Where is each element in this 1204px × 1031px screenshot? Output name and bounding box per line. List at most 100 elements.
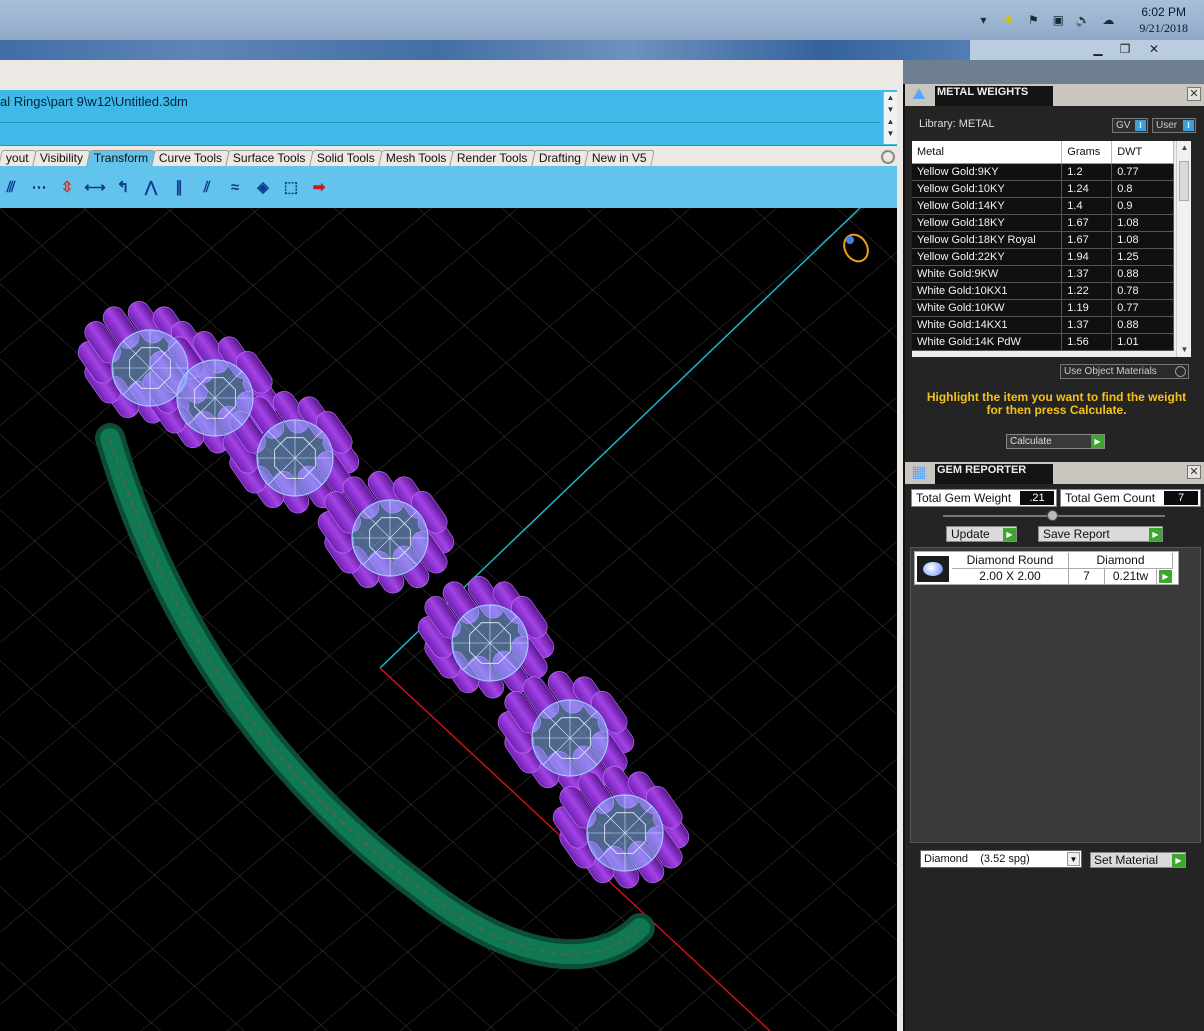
tab-label: Drafting — [538, 151, 581, 165]
shear-icon[interactable]: ⫽ — [196, 176, 218, 198]
table-cell: Yellow Gold:10KY — [912, 180, 1063, 198]
tab-surface-tools[interactable]: Surface Tools — [225, 150, 314, 166]
table-row[interactable]: White Gold:9KW 1.37 0.88 — [912, 265, 1174, 283]
metal-weights-icon: ⛰ — [912, 86, 926, 103]
table-cell: 0.77 — [1111, 163, 1174, 181]
twist-icon[interactable]: ∥ — [168, 176, 190, 198]
tab-label: Curve Tools — [158, 151, 223, 165]
tab-drafting[interactable]: Drafting — [530, 150, 589, 166]
set-material-label: Set Material — [1094, 853, 1159, 867]
more-arrow-icon[interactable]: ➡ — [308, 176, 330, 198]
splop-icon[interactable]: ◈ — [252, 176, 274, 198]
cage-icon[interactable]: ⬚ — [280, 176, 302, 198]
calculate-button[interactable]: Calculate ▶ — [1006, 434, 1105, 449]
tab-mesh-tools[interactable]: Mesh Tools — [377, 150, 454, 166]
toolbar-tabs: yout Visibility Transform Curve Tools Surfac… — [0, 150, 897, 166]
table-cell: 1.22 — [1061, 282, 1113, 300]
flag-icon[interactable]: ⚑ — [1025, 12, 1041, 28]
cloud-icon[interactable]: ☁ — [1100, 12, 1116, 28]
mirror-icon[interactable]: ⟷ — [84, 176, 106, 198]
gem-detail-button[interactable]: ▶ — [1159, 570, 1172, 583]
table-row[interactable]: White Gold:14K PdW 1.56 1.01 — [912, 333, 1174, 351]
set-material-button[interactable]: Set Material ▶ — [1090, 852, 1186, 868]
calculate-hint: Highlight the item you want to find the … — [926, 390, 1187, 417]
close-icon[interactable]: ✕ — [1187, 465, 1201, 479]
tab-label: Transform — [93, 151, 148, 165]
slider-knob[interactable] — [1047, 510, 1058, 521]
save-report-button[interactable]: Save Report ▶ — [1038, 526, 1163, 542]
gear-icon[interactable] — [881, 150, 895, 164]
update-button[interactable]: Update ▶ — [946, 526, 1017, 542]
table-row[interactable]: Yellow Gold:14KY 1.4 0.9 — [912, 197, 1174, 215]
column-header[interactable]: DWT — [1111, 141, 1174, 164]
table-cell: 1.37 — [1061, 316, 1113, 334]
chevron-up-icon[interactable]: ▾ — [975, 12, 991, 28]
clock[interactable]: 6:02 PM 9/21/2018 — [1139, 4, 1188, 36]
tab-label: Surface Tools — [233, 151, 306, 165]
play-icon: ▶ — [1003, 528, 1016, 541]
radio-icon — [1175, 366, 1186, 377]
table-row[interactable]: White Gold:10KX1 1.22 0.78 — [912, 282, 1174, 300]
perspective-viewport[interactable] — [0, 208, 897, 1031]
gem-weight: 0.21tw — [1105, 569, 1157, 585]
close-button[interactable]: ✕ — [1144, 41, 1164, 57]
gv-toggle[interactable]: GV I — [1112, 118, 1148, 133]
material-value: Diamond (3.52 spg) — [924, 853, 1030, 865]
table-cell: White Gold:14K PdW — [912, 333, 1063, 351]
tab-transform[interactable]: Transform — [86, 150, 156, 166]
list-item[interactable]: Diamond Round Diamond 2.00 X 2.00 7 0.21… — [914, 551, 1179, 585]
taper-icon[interactable]: ⋀ — [140, 176, 162, 198]
table-row[interactable]: Yellow Gold:18KY Royal 1.67 1.08 — [912, 231, 1174, 249]
gem-stone — [256, 419, 334, 497]
table-row[interactable]: Yellow Gold:22KY 1.94 1.25 — [912, 248, 1174, 266]
close-icon[interactable]: ✕ — [1187, 87, 1201, 101]
command-scrollbar[interactable]: ▲ ▼ ▲ ▼ — [883, 92, 897, 144]
table-cell: 0.88 — [1111, 316, 1174, 334]
tab-solid-tools[interactable]: Solid Tools — [308, 150, 383, 166]
table-row[interactable]: Yellow Gold:10KY 1.24 0.8 — [912, 180, 1174, 198]
table-row[interactable]: Yellow Gold:9KY 1.2 0.77 — [912, 163, 1174, 181]
table-cell: White Gold:10KX1 — [912, 282, 1063, 300]
column-header[interactable]: Metal — [912, 141, 1063, 164]
library-label: Library: METAL — [919, 118, 995, 130]
scroll-bottom-icon[interactable]: ▼ — [884, 128, 897, 140]
scale-icon[interactable]: ⇳ — [56, 176, 78, 198]
table-row[interactable]: Yellow Gold:18KY 1.67 1.08 — [912, 214, 1174, 232]
column-header[interactable]: Grams — [1061, 141, 1113, 164]
scroll-mid-icon[interactable]: ▼ — [884, 104, 897, 116]
tab-curve-tools[interactable]: Curve Tools — [151, 150, 230, 166]
align-icon[interactable]: ⫻ — [0, 176, 22, 198]
bend-icon[interactable]: ↰ — [112, 176, 134, 198]
tab-render-tools[interactable]: Render Tools — [449, 150, 536, 166]
monitor-icon[interactable]: ▣ — [1050, 12, 1066, 28]
scroll-down-icon[interactable]: ▲ — [884, 116, 897, 128]
table-cell: 1.08 — [1111, 231, 1174, 249]
volume-icon[interactable]: 🔊 — [1075, 12, 1091, 28]
scroll-up-icon[interactable]: ▲ — [1177, 141, 1191, 155]
network-icon[interactable]: ✚ — [1000, 12, 1016, 28]
tab-new-in-v5[interactable]: New in V5 — [583, 150, 654, 166]
table-row[interactable]: White Gold:10KW 1.19 0.77 — [912, 299, 1174, 317]
scroll-up-icon[interactable]: ▲ — [884, 92, 897, 104]
material-select[interactable]: Diamond (3.52 spg) ▼ — [920, 850, 1082, 868]
tab-yout[interactable]: yout — [0, 150, 37, 166]
tab-visibility[interactable]: Visibility — [31, 150, 91, 166]
use-object-materials-toggle[interactable]: Use Object Materials — [1060, 364, 1189, 379]
flow-icon[interactable]: ≈ — [224, 176, 246, 198]
table-scrollbar[interactable]: ▲ ▼ — [1176, 141, 1191, 357]
restore-button[interactable]: ❐ — [1115, 41, 1135, 57]
scroll-thumb[interactable] — [1179, 161, 1189, 201]
table-cell: White Gold:14KX1 — [912, 316, 1063, 334]
metal-weights-title: METAL WEIGHTS — [935, 86, 1053, 106]
table-row[interactable]: White Gold:14KX1 1.37 0.88 — [912, 316, 1174, 334]
table-cell: 0.78 — [1111, 282, 1174, 300]
chevron-down-icon[interactable]: ▼ — [1067, 852, 1080, 866]
array-icon[interactable]: ⋯ — [28, 176, 50, 198]
user-toggle[interactable]: User I — [1152, 118, 1196, 133]
table-header-row: Metal Grams DWT — [912, 141, 1174, 164]
total-gem-weight: Total Gem Weight .21 — [911, 489, 1057, 507]
minimize-button[interactable]: ▁ — [1088, 41, 1108, 57]
table-cell: 0.9 — [1111, 197, 1174, 215]
gem-slider[interactable] — [943, 510, 1165, 521]
scroll-down-icon[interactable]: ▼ — [1177, 343, 1191, 357]
